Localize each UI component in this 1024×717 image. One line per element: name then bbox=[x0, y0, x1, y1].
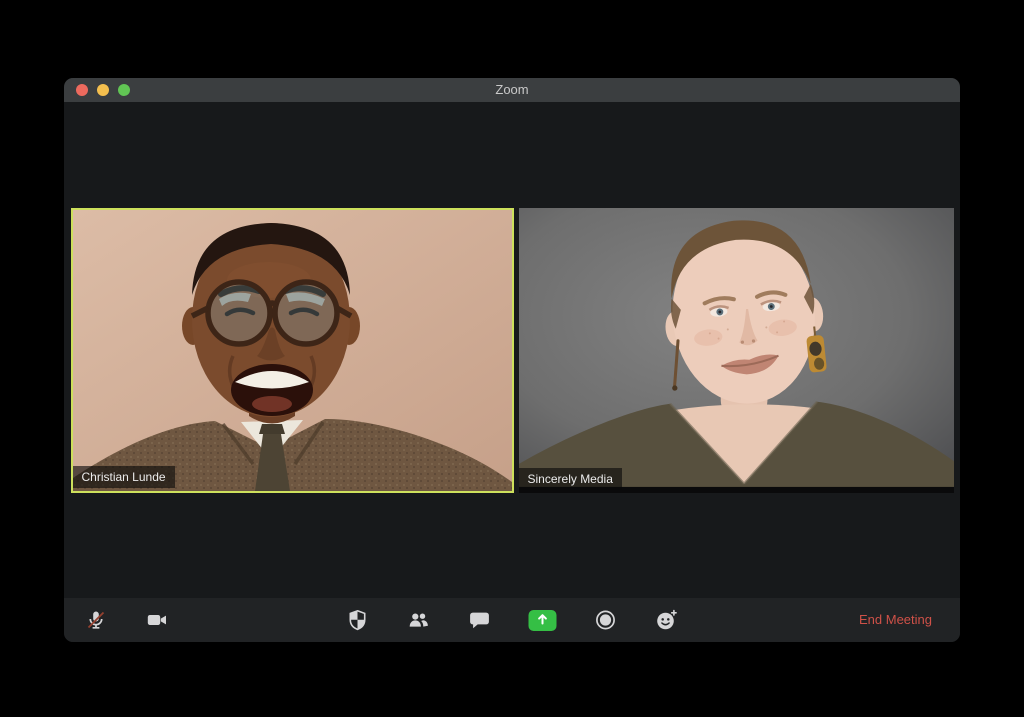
chat-bubble-icon bbox=[468, 608, 492, 632]
record-button[interactable] bbox=[594, 608, 618, 632]
meeting-toolbar: End Meeting bbox=[64, 598, 960, 642]
video-tile-sincerely-media[interactable]: Sincerely Media bbox=[518, 207, 954, 493]
name-label: Sincerely Media bbox=[518, 467, 622, 490]
video-tile-christian-lunde[interactable]: Christian Lunde bbox=[70, 207, 514, 493]
mute-button[interactable] bbox=[84, 608, 108, 632]
reactions-smiley-icon bbox=[655, 608, 679, 632]
video-camera-icon bbox=[145, 608, 169, 632]
start-video-button[interactable] bbox=[145, 608, 169, 632]
security-shield-icon bbox=[346, 608, 370, 632]
toolbar-right-group: End Meeting bbox=[853, 611, 960, 629]
reactions-button[interactable] bbox=[655, 608, 679, 632]
participants-button[interactable] bbox=[407, 608, 431, 632]
toolbar-left-group bbox=[64, 608, 169, 632]
window-title: Zoom bbox=[495, 82, 529, 97]
chat-button[interactable] bbox=[468, 608, 492, 632]
participants-icon bbox=[407, 608, 431, 632]
microphone-muted-icon bbox=[84, 608, 108, 632]
record-icon bbox=[594, 608, 618, 632]
share-screen-icon bbox=[536, 612, 550, 629]
security-button[interactable] bbox=[346, 608, 370, 632]
zoom-window: Zoom Christian Lunde Sincerely Media End… bbox=[64, 78, 960, 642]
christian-lunde-portrait bbox=[72, 209, 512, 491]
titlebar[interactable]: Zoom bbox=[64, 78, 960, 102]
video-grid: Christian Lunde Sincerely Media bbox=[64, 102, 960, 598]
name-label: Christian Lunde bbox=[72, 465, 175, 488]
toolbar-center-group bbox=[346, 608, 679, 632]
end-meeting-button[interactable]: End Meeting bbox=[853, 611, 938, 628]
sincerely-media-portrait bbox=[518, 207, 954, 493]
share-screen-button[interactable] bbox=[528, 609, 557, 631]
